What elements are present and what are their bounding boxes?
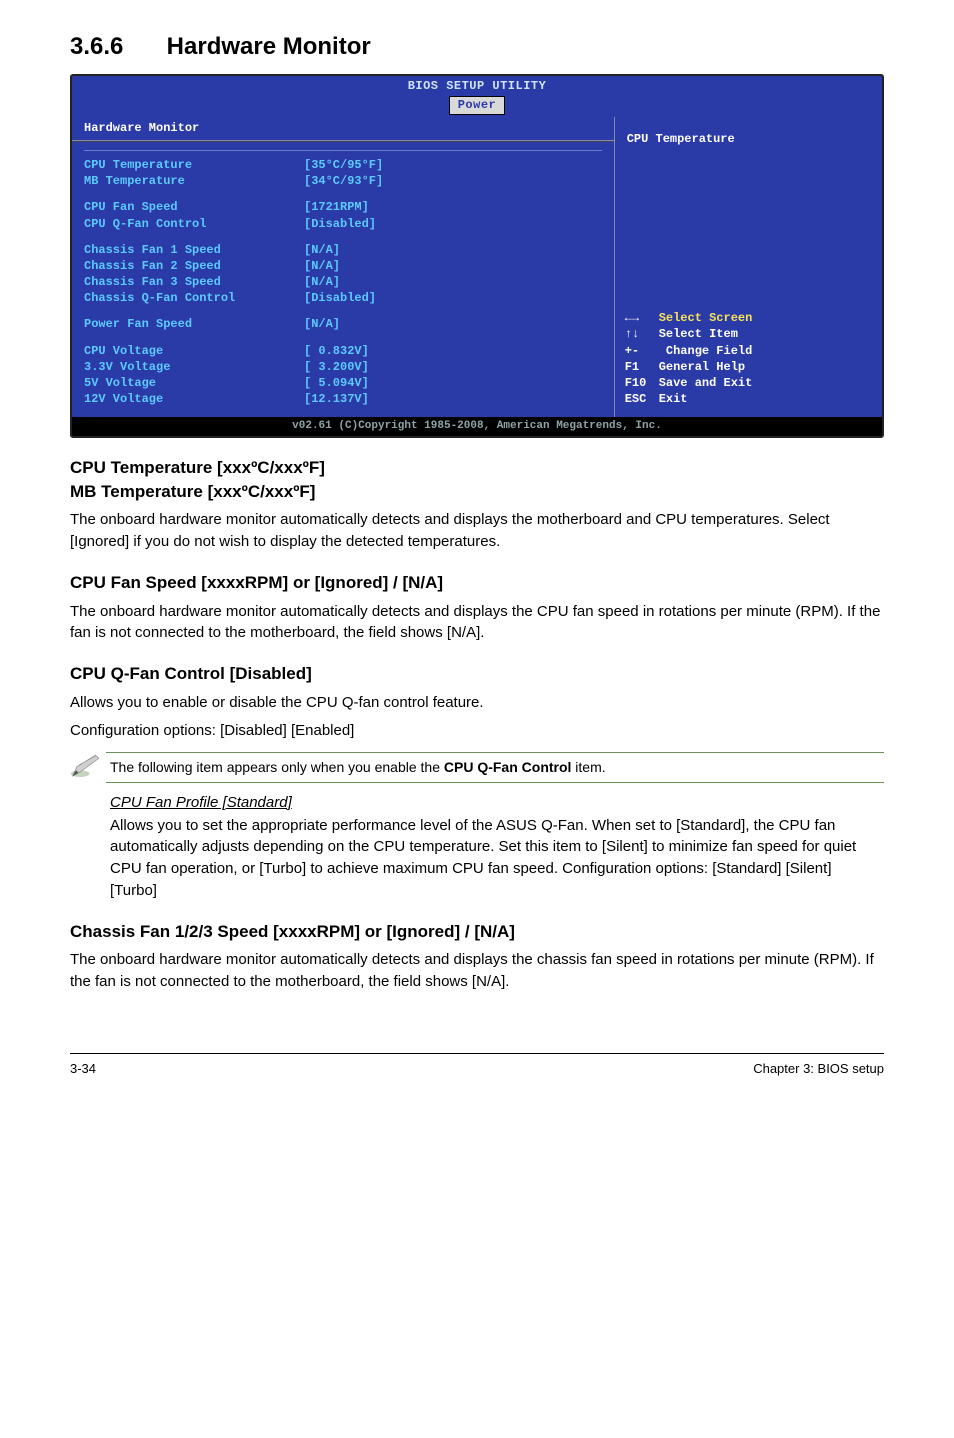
chassis-fan-heading: Chassis Fan 1/2/3 Speed [xxxxRPM] or [Ig… — [70, 920, 884, 944]
bios-row: CPU Voltage[ 0.832V] — [84, 343, 602, 359]
bios-row-value: [1721RPM] — [304, 199, 602, 215]
bios-row: MB Temperature[34°C/93°F] — [84, 173, 602, 189]
bios-row: Chassis Fan 2 Speed[N/A] — [84, 258, 602, 274]
bios-row-key: Chassis Fan 2 Speed — [84, 258, 304, 274]
bios-row-value: [ 5.094V] — [304, 375, 602, 391]
legend-row: ESCExit — [625, 391, 872, 407]
note-text: The following item appears only when you… — [106, 752, 884, 784]
bios-row-value: [N/A] — [304, 316, 602, 332]
bios-row-value: [N/A] — [304, 274, 602, 290]
bios-row-key: 5V Voltage — [84, 375, 304, 391]
bios-row: 5V Voltage[ 5.094V] — [84, 375, 602, 391]
bios-panel-title: Hardware Monitor — [72, 117, 614, 141]
bios-row-value: [Disabled] — [304, 290, 602, 306]
chapter-label: Chapter 3: BIOS setup — [753, 1060, 884, 1078]
bios-active-tab: Power — [449, 96, 506, 115]
bios-row-value: [N/A] — [304, 258, 602, 274]
bios-row-key: MB Temperature — [84, 173, 304, 189]
cpu-fan-profile-title: CPU Fan Profile [Standard] — [110, 792, 880, 813]
pencil-note-icon — [70, 750, 106, 786]
section-title: Hardware Monitor — [167, 33, 371, 60]
bios-row-key: 12V Voltage — [84, 391, 304, 407]
bios-header-text: BIOS SETUP UTILITY — [408, 79, 547, 93]
bios-left-panel: Hardware Monitor CPU Temperature[35°C/95… — [72, 117, 615, 417]
bios-row: 3.3V Voltage[ 3.200V] — [84, 359, 602, 375]
bios-row: Power Fan Speed[N/A] — [84, 316, 602, 332]
legend-key: ↑↓ — [625, 326, 659, 342]
legend-text: General Help — [659, 360, 745, 374]
bios-right-panel: CPU Temperature ←→Select Screen↑↓Select … — [615, 117, 882, 417]
bios-row-key: CPU Voltage — [84, 343, 304, 359]
bios-row: CPU Fan Speed[1721RPM] — [84, 199, 602, 215]
legend-key: F10 — [625, 375, 659, 391]
bios-row-value: [Disabled] — [304, 216, 602, 232]
bios-row: Chassis Fan 3 Speed[N/A] — [84, 274, 602, 290]
cpu-fan-speed-body: The onboard hardware monitor automatical… — [70, 601, 884, 645]
bios-row-key: Power Fan Speed — [84, 316, 304, 332]
bios-row: 12V Voltage[12.137V] — [84, 391, 602, 407]
note-callout: The following item appears only when you… — [70, 750, 884, 786]
bios-row-value: [12.137V] — [304, 391, 602, 407]
bios-row-value: [ 3.200V] — [304, 359, 602, 375]
legend-text: Select Item — [659, 327, 738, 341]
legend-text: Exit — [659, 392, 688, 406]
bios-row-key: Chassis Fan 3 Speed — [84, 274, 304, 290]
section-heading: 3.6.6 Hardware Monitor — [70, 30, 884, 64]
legend-text: Select Screen — [659, 311, 753, 325]
cpu-fan-profile-body: Allows you to set the appropriate perfor… — [110, 815, 880, 902]
cpu-qfan-body-1: Allows you to enable or disable the CPU … — [70, 692, 884, 714]
cpu-qfan-body-2: Configuration options: [Disabled] [Enabl… — [70, 720, 884, 742]
bios-row: CPU Temperature[35°C/95°F] — [84, 157, 602, 173]
page-number: 3-34 — [70, 1060, 96, 1078]
bios-row-value: [34°C/93°F] — [304, 173, 602, 189]
legend-key: ←→ — [625, 310, 659, 326]
bios-row-key: Chassis Q-Fan Control — [84, 290, 304, 306]
bios-row-key: CPU Fan Speed — [84, 199, 304, 215]
legend-row: ↑↓Select Item — [625, 326, 872, 342]
cpu-mb-temp-body: The onboard hardware monitor automatical… — [70, 509, 884, 553]
cpu-fan-profile-block: CPU Fan Profile [Standard] Allows you to… — [110, 792, 880, 902]
cpu-qfan-heading: CPU Q-Fan Control [Disabled] — [70, 662, 884, 686]
legend-row: F10Save and Exit — [625, 375, 872, 391]
bios-row-key: 3.3V Voltage — [84, 359, 304, 375]
bios-row: Chassis Q-Fan Control[Disabled] — [84, 290, 602, 306]
bios-footer: v02.61 (C)Copyright 1985-2008, American … — [72, 417, 882, 435]
cpu-fan-speed-heading: CPU Fan Speed [xxxxRPM] or [Ignored] / [… — [70, 571, 884, 595]
legend-row: +- Change Field — [625, 343, 872, 359]
bios-row-key: CPU Temperature — [84, 157, 304, 173]
bios-key-legend: ←→Select Screen↑↓Select Item+- Change Fi… — [625, 310, 872, 407]
page-footer: 3-34 Chapter 3: BIOS setup — [70, 1053, 884, 1078]
chassis-fan-body: The onboard hardware monitor automatical… — [70, 949, 884, 993]
legend-key: F1 — [625, 359, 659, 375]
legend-text: Change Field — [659, 344, 753, 358]
bios-help-text: CPU Temperature — [625, 127, 872, 152]
legend-key: +- — [625, 343, 659, 359]
legend-row: F1General Help — [625, 359, 872, 375]
legend-text: Save and Exit — [659, 376, 753, 390]
section-number: 3.6.6 — [70, 30, 160, 64]
bios-row-value: [35°C/95°F] — [304, 157, 602, 173]
cpu-mb-temp-heading: CPU Temperature [xxxºC/xxxºF] MB Tempera… — [70, 456, 884, 504]
legend-row: ←→Select Screen — [625, 310, 872, 326]
bios-header: BIOS SETUP UTILITY Power — [72, 76, 882, 118]
bios-screenshot: BIOS SETUP UTILITY Power Hardware Monito… — [70, 74, 884, 438]
legend-key: ESC — [625, 391, 659, 407]
bios-row-value: [N/A] — [304, 242, 602, 258]
bios-row: CPU Q-Fan Control[Disabled] — [84, 216, 602, 232]
bios-row-key: Chassis Fan 1 Speed — [84, 242, 304, 258]
bios-row: Chassis Fan 1 Speed[N/A] — [84, 242, 602, 258]
bios-row-key: CPU Q-Fan Control — [84, 216, 304, 232]
bios-row-value: [ 0.832V] — [304, 343, 602, 359]
bios-settings-list: CPU Temperature[35°C/95°F]MB Temperature… — [84, 157, 602, 407]
